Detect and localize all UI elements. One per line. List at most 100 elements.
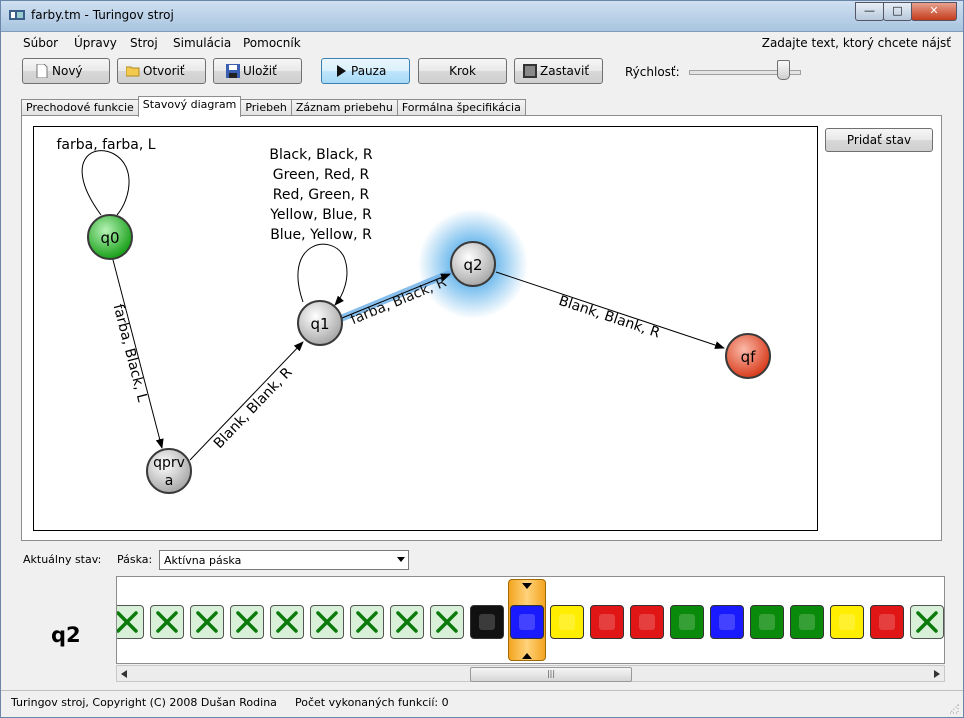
tape-cell[interactable] [910, 605, 944, 639]
tape-cell[interactable] [710, 605, 744, 639]
tab-strip: Prechodové funkcie Stavový diagram Prieb… [21, 96, 526, 117]
speed-label: Rýchlosť: [625, 65, 680, 79]
tape-cell[interactable] [790, 605, 824, 639]
tape-symbol [879, 614, 895, 630]
head-down-arrow-icon [522, 653, 532, 659]
stop-button[interactable]: Zastaviť [514, 58, 603, 84]
blank-x-icon [436, 611, 458, 633]
state-diagram-canvas[interactable]: q0 q1 q2 qf qprv a farba, farba, L Black… [33, 126, 818, 531]
tab-state-diagram[interactable]: Stavový diagram [137, 96, 242, 117]
tape-dropdown[interactable]: Aktívna páska [159, 550, 409, 570]
tape-symbol [719, 614, 735, 630]
app-window: farby.tm - Turingov stroj — □ ✕ Súbor Úp… [0, 0, 964, 718]
tape-cell[interactable] [190, 605, 224, 639]
step-button-label: Krok [449, 64, 476, 78]
tape-dropdown-value: Aktívna páska [164, 554, 242, 567]
tape-symbol [799, 614, 815, 630]
save-button-label: Uložiť [243, 64, 277, 78]
current-state-value: q2 [51, 623, 81, 647]
new-button[interactable]: Nový [22, 58, 110, 84]
edge-qprva-q1 [189, 341, 304, 461]
scrollbar-thumb[interactable]: ||| [470, 667, 632, 682]
qprva-label-line2: a [165, 473, 174, 489]
menu-help[interactable]: Pomocník [243, 36, 301, 50]
new-button-label: Nový [52, 64, 83, 78]
tape-symbol [679, 614, 695, 630]
tape-view[interactable] [116, 576, 945, 664]
resize-grip-icon[interactable] [949, 704, 959, 714]
tape-cell[interactable] [510, 605, 544, 639]
q0-loop-label: farba, farba, L [56, 137, 155, 153]
tape-cell[interactable] [550, 605, 584, 639]
status-copyright: Turingov stroj, Copyright (C) 2008 Dušan… [11, 696, 277, 709]
menu-file[interactable]: Súbor [23, 36, 58, 50]
q1-loop-label-2: Red, Green, R [273, 187, 370, 203]
tape-cell[interactable] [430, 605, 464, 639]
menu-machine[interactable]: Stroj [130, 36, 158, 50]
menu-simulation[interactable]: Simulácia [173, 36, 231, 50]
tape-cell[interactable] [350, 605, 384, 639]
tape-cell[interactable] [390, 605, 424, 639]
tape-symbol [519, 614, 535, 630]
toolbar: Nový Otvoriť Uložiť Pauza Krok Zastaviť [1, 56, 963, 88]
q1-loop-label-1: Green, Red, R [273, 167, 370, 183]
stop-button-label: Zastaviť [540, 64, 590, 78]
q0-label: q0 [100, 229, 119, 247]
tape-scrollbar[interactable]: ||| [116, 665, 945, 682]
tape-cell[interactable] [630, 605, 664, 639]
qf-label: qf [741, 348, 757, 366]
q1-loop-label-0: Black, Black, R [269, 147, 373, 163]
new-file-icon [36, 64, 48, 78]
play-icon [337, 65, 346, 77]
tape-cell[interactable] [750, 605, 784, 639]
save-button[interactable]: Uložiť [213, 58, 302, 84]
open-button-label: Otvoriť [143, 64, 185, 78]
scroll-left-icon[interactable] [121, 670, 127, 678]
step-button[interactable]: Krok [418, 58, 507, 84]
stop-icon [523, 64, 537, 78]
tape-label: Páska: [117, 553, 153, 566]
status-bar: Turingov stroj, Copyright (C) 2008 Dušan… [1, 690, 963, 717]
tape-cell[interactable] [150, 605, 184, 639]
tape-cell[interactable] [470, 605, 504, 639]
title-bar[interactable]: farby.tm - Turingov stroj — □ ✕ [1, 1, 963, 32]
edge-q0-qprva-label: farba, Black, L [110, 302, 151, 403]
maximize-button[interactable]: □ [883, 2, 912, 21]
scroll-right-icon[interactable] [934, 670, 940, 678]
open-button[interactable]: Otvoriť [117, 58, 206, 84]
blank-x-icon [396, 611, 418, 633]
chevron-down-icon [397, 557, 405, 562]
tape-symbol [639, 614, 655, 630]
q1-loop-label-4: Blue, Yellow, R [270, 227, 372, 243]
tape-cell[interactable] [830, 605, 864, 639]
folder-icon [126, 66, 140, 77]
tape-cell[interactable] [117, 605, 144, 639]
tape-cell[interactable] [590, 605, 624, 639]
blank-x-icon [356, 611, 378, 633]
tape-cell[interactable] [870, 605, 904, 639]
add-state-button[interactable]: Pridať stav [825, 128, 933, 152]
pause-button[interactable]: Pauza [321, 58, 410, 84]
qprva-label-line1: qprv [153, 455, 185, 471]
blank-x-icon [316, 611, 338, 633]
pause-button-label: Pauza [351, 64, 387, 78]
close-button[interactable]: ✕ [911, 2, 957, 21]
window-title: farby.tm - Turingov stroj [31, 8, 174, 22]
add-state-button-label: Pridať stav [846, 133, 912, 147]
blank-x-icon [916, 611, 938, 633]
blank-x-icon [196, 611, 218, 633]
find-hint-text[interactable]: Zadajte text, ktorý chcete nájsť [762, 36, 951, 50]
speed-slider-thumb[interactable] [776, 60, 790, 80]
tape-cell[interactable] [310, 605, 344, 639]
tape-symbol [839, 614, 855, 630]
tape-cell[interactable] [230, 605, 264, 639]
tape-cell[interactable] [270, 605, 304, 639]
tape-cell[interactable] [670, 605, 704, 639]
blank-x-icon [156, 611, 178, 633]
tape-symbol [479, 614, 495, 630]
menu-edit[interactable]: Úpravy [74, 36, 117, 50]
state-diagram: q0 q1 q2 qf qprv a farba, farba, L Black… [56, 137, 771, 494]
edge-q2-qf-label: Blank, Blank, R [557, 293, 663, 342]
edge-qprva-q1-label: Blank, Blank, R [211, 364, 296, 452]
minimize-button[interactable]: — [855, 2, 884, 21]
